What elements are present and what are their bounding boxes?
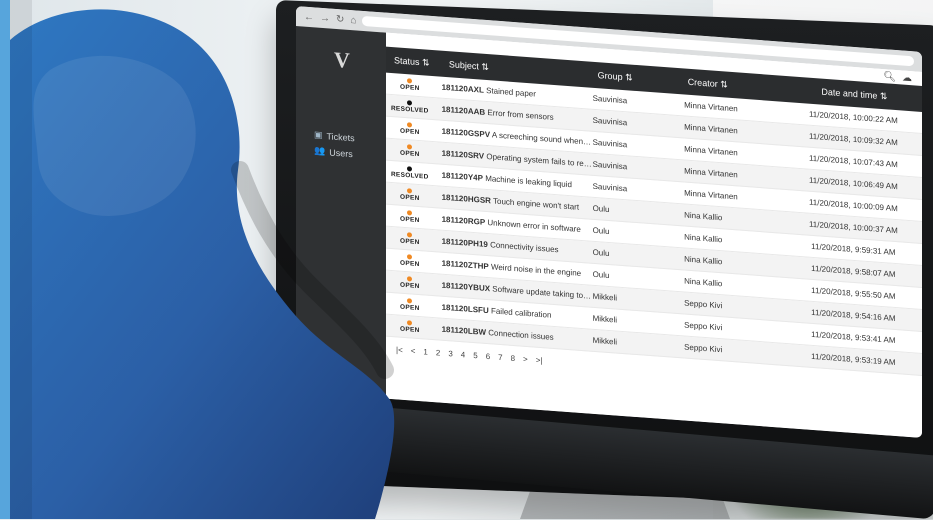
creator-cell: Nina Kallio	[684, 210, 723, 223]
creator-cell: Seppo Kivi	[684, 320, 723, 333]
group-cell: Sauvinisa	[592, 137, 628, 150]
col-subject-header[interactable]: Subject ⇅	[441, 58, 598, 81]
col-creator-header[interactable]: Creator ⇅	[688, 76, 787, 94]
col-group-header[interactable]: Group ⇅	[598, 70, 688, 88]
datetime-cell: 11/20/2018, 10:00:09 AM	[808, 197, 898, 214]
datetime-cell: 11/20/2018, 10:07:43 AM	[808, 153, 898, 170]
datetime-cell: 11/20/2018, 10:09:32 AM	[808, 131, 898, 148]
page-2-button[interactable]: 2	[436, 348, 440, 357]
ticket-table-body: OPEN 181120AXL Stained paper Sauvinisa M…	[386, 72, 922, 376]
creator-cell: Minna Virtanen	[684, 166, 738, 180]
creator-cell: Minna Virtanen	[684, 144, 738, 158]
datetime-cell: 11/20/2018, 9:58:07 AM	[811, 263, 896, 280]
group-cell: Sauvinisa	[592, 181, 628, 194]
last-page-button[interactable]: >|	[536, 356, 543, 365]
search-icon[interactable]: 🔍︎	[883, 71, 896, 83]
group-cell: Mikkeli	[592, 291, 618, 303]
page-6-button[interactable]: 6	[486, 352, 490, 361]
group-cell: Sauvinisa	[592, 159, 628, 172]
page-7-button[interactable]: 7	[498, 353, 502, 362]
page-8-button[interactable]: 8	[511, 354, 515, 363]
next-page-button[interactable]: >	[523, 355, 528, 364]
cloud-icon[interactable]: ☁︎	[902, 72, 912, 84]
creator-cell: Seppo Kivi	[684, 298, 723, 311]
datetime-cell: 11/20/2018, 10:00:22 AM	[808, 109, 898, 126]
col-datetime-header[interactable]: Date and time ⇅	[787, 84, 922, 105]
creator-cell: Minna Virtanen	[684, 122, 738, 136]
datetime-cell: 11/20/2018, 9:54:16 AM	[811, 307, 896, 324]
datetime-cell: 11/20/2018, 10:06:49 AM	[808, 175, 898, 192]
left-edge-shade	[10, 0, 32, 519]
datetime-cell: 11/20/2018, 9:55:50 AM	[811, 285, 896, 302]
left-accent-stripe	[0, 0, 10, 519]
datetime-cell: 11/20/2018, 9:53:41 AM	[811, 329, 896, 346]
group-cell: Mikkeli	[592, 335, 618, 347]
page-5-button[interactable]: 5	[473, 351, 477, 360]
page-3-button[interactable]: 3	[448, 349, 452, 358]
group-cell: Oulu	[592, 225, 610, 237]
datetime-cell: 11/20/2018, 9:53:19 AM	[811, 351, 896, 368]
person-in-blue-shirt	[10, 0, 395, 519]
creator-cell: Nina Kallio	[684, 232, 723, 245]
group-cell: Mikkeli	[592, 313, 618, 325]
creator-cell: Nina Kallio	[684, 276, 723, 289]
creator-cell: Minna Virtanen	[684, 188, 738, 202]
group-cell: Sauvinisa	[592, 93, 628, 106]
group-cell: Oulu	[592, 247, 610, 259]
creator-cell: Nina Kallio	[684, 254, 723, 267]
page-4-button[interactable]: 4	[461, 350, 465, 359]
shirt-highlight	[33, 55, 196, 216]
group-cell: Oulu	[592, 203, 610, 215]
group-cell: Sauvinisa	[592, 115, 628, 128]
group-cell: Oulu	[592, 269, 610, 281]
creator-cell: Seppo Kivi	[684, 342, 723, 355]
main-content: 🔍︎ ☁︎ Status ⇅ Subject ⇅ Group ⇅ Creator…	[386, 32, 922, 438]
datetime-cell: 11/20/2018, 9:59:31 AM	[811, 241, 896, 258]
creator-cell: Minna Virtanen	[684, 100, 738, 114]
datetime-cell: 11/20/2018, 10:00:37 AM	[808, 219, 898, 236]
